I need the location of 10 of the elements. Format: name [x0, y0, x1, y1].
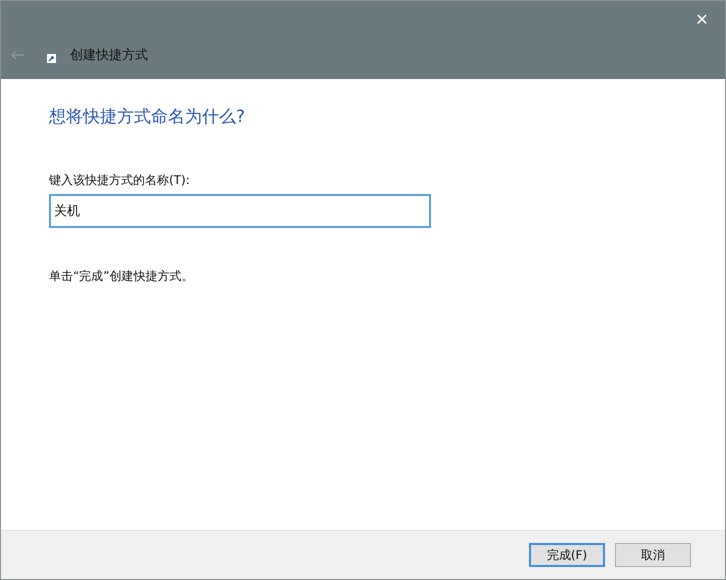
close-button[interactable]: ✕ — [679, 1, 725, 37]
finish-button[interactable]: 完成(F) — [529, 543, 605, 567]
field-label: 键入该快捷方式的名称(T): — [49, 172, 191, 189]
back-arrow-icon[interactable] — [11, 50, 25, 60]
instruction-text: 单击“完成”创建快捷方式。 — [49, 268, 194, 285]
window-title: 创建快捷方式 — [70, 47, 148, 64]
cancel-button[interactable]: 取消 — [615, 543, 691, 567]
name-input-field[interactable]: 关机 — [49, 194, 431, 228]
wizard-heading: 想将快捷方式命名为什么? — [49, 106, 246, 128]
shortcut-icon — [47, 54, 56, 62]
